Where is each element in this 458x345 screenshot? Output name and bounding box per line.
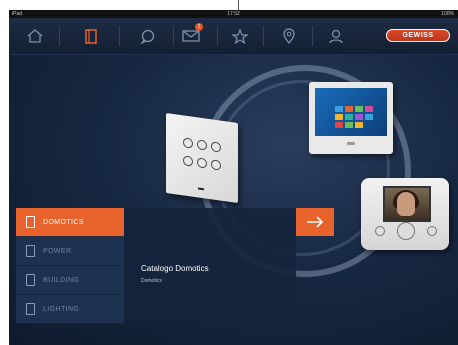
battery-label: 100% (441, 11, 454, 17)
switch-button (197, 157, 207, 169)
location-icon (283, 28, 295, 44)
app-screen: iPad 17:52 100% 1 GEWISS DOMOTICS POWER … (9, 10, 458, 345)
nav-profile[interactable] (314, 18, 358, 54)
screen-tile (345, 122, 353, 128)
nav-chat[interactable] (126, 18, 170, 54)
document-icon (26, 274, 35, 286)
touch-panel-screen (315, 88, 387, 136)
document-icon (26, 303, 35, 315)
nav-divider (263, 26, 264, 46)
user-icon (329, 29, 343, 43)
nav-catalog[interactable] (69, 18, 113, 54)
nav-divider (59, 26, 60, 46)
screen-tile (355, 122, 363, 128)
document-icon (26, 216, 35, 228)
screen-tile (345, 106, 353, 112)
menu-item-label: POWER (43, 247, 72, 255)
touch-panel-image (309, 82, 393, 154)
clock: 17:52 (227, 11, 240, 17)
intercom-dial (397, 222, 415, 240)
star-icon (232, 28, 248, 44)
menu-item-building[interactable]: BUILDING (16, 266, 124, 295)
screen-tile (335, 106, 343, 112)
screen-tile (345, 114, 353, 120)
mail-icon (182, 30, 200, 42)
video-intercom-image (361, 178, 449, 250)
nav-location[interactable] (267, 18, 311, 54)
catalog-title: Catalogo Domotics (141, 264, 209, 273)
brand-logo: GEWISS (386, 29, 450, 42)
menu-item-label: BUILDING (43, 276, 80, 284)
top-navigation: 1 GEWISS (9, 18, 458, 55)
switch-button (197, 139, 207, 151)
screen-tile (365, 106, 373, 112)
document-icon (26, 245, 35, 257)
menu-item-lighting[interactable]: LIGHTING (16, 295, 124, 324)
nav-divider (312, 26, 313, 46)
menu-item-label: DOMOTICS (43, 218, 84, 226)
switch-button (211, 159, 221, 171)
menu-item-label: LIGHTING (43, 305, 80, 313)
nav-home[interactable] (13, 18, 57, 54)
switch-button (211, 141, 221, 153)
document-icon (85, 28, 97, 44)
screen-tile (365, 114, 373, 120)
chat-icon (140, 29, 155, 44)
carrier-label: iPad (12, 11, 23, 17)
switch-button (183, 155, 193, 167)
status-bar: iPad 17:52 100% (9, 10, 458, 18)
cable (238, 0, 239, 10)
category-panel: DOMOTICS POWER BUILDING LIGHTING Catalog… (16, 208, 296, 324)
mail-badge: 1 (195, 23, 203, 31)
arrow-right-icon (307, 216, 324, 228)
switch-panel-image (166, 112, 238, 204)
menu-item-domotics[interactable]: DOMOTICS (16, 208, 124, 237)
touch-panel-button (347, 142, 355, 145)
screen-tile (355, 114, 363, 120)
intercom-face (397, 192, 415, 216)
intercom-button (375, 226, 385, 236)
nav-favorites[interactable] (218, 18, 262, 54)
menu-item-power[interactable]: POWER (16, 237, 124, 266)
screen-tile (355, 106, 363, 112)
home-icon (27, 29, 43, 43)
nav-divider (119, 26, 120, 46)
open-catalog-button[interactable] (296, 208, 334, 236)
screen-tile (335, 122, 343, 128)
intercom-button (427, 226, 437, 236)
catalog-subtitle: Domotics (141, 278, 162, 284)
switch-led (198, 187, 204, 191)
category-menu: DOMOTICS POWER BUILDING LIGHTING (16, 208, 124, 324)
nav-mail[interactable]: 1 (169, 18, 213, 54)
screen-tile (335, 114, 343, 120)
switch-button (183, 137, 193, 149)
intercom-screen (383, 186, 431, 222)
